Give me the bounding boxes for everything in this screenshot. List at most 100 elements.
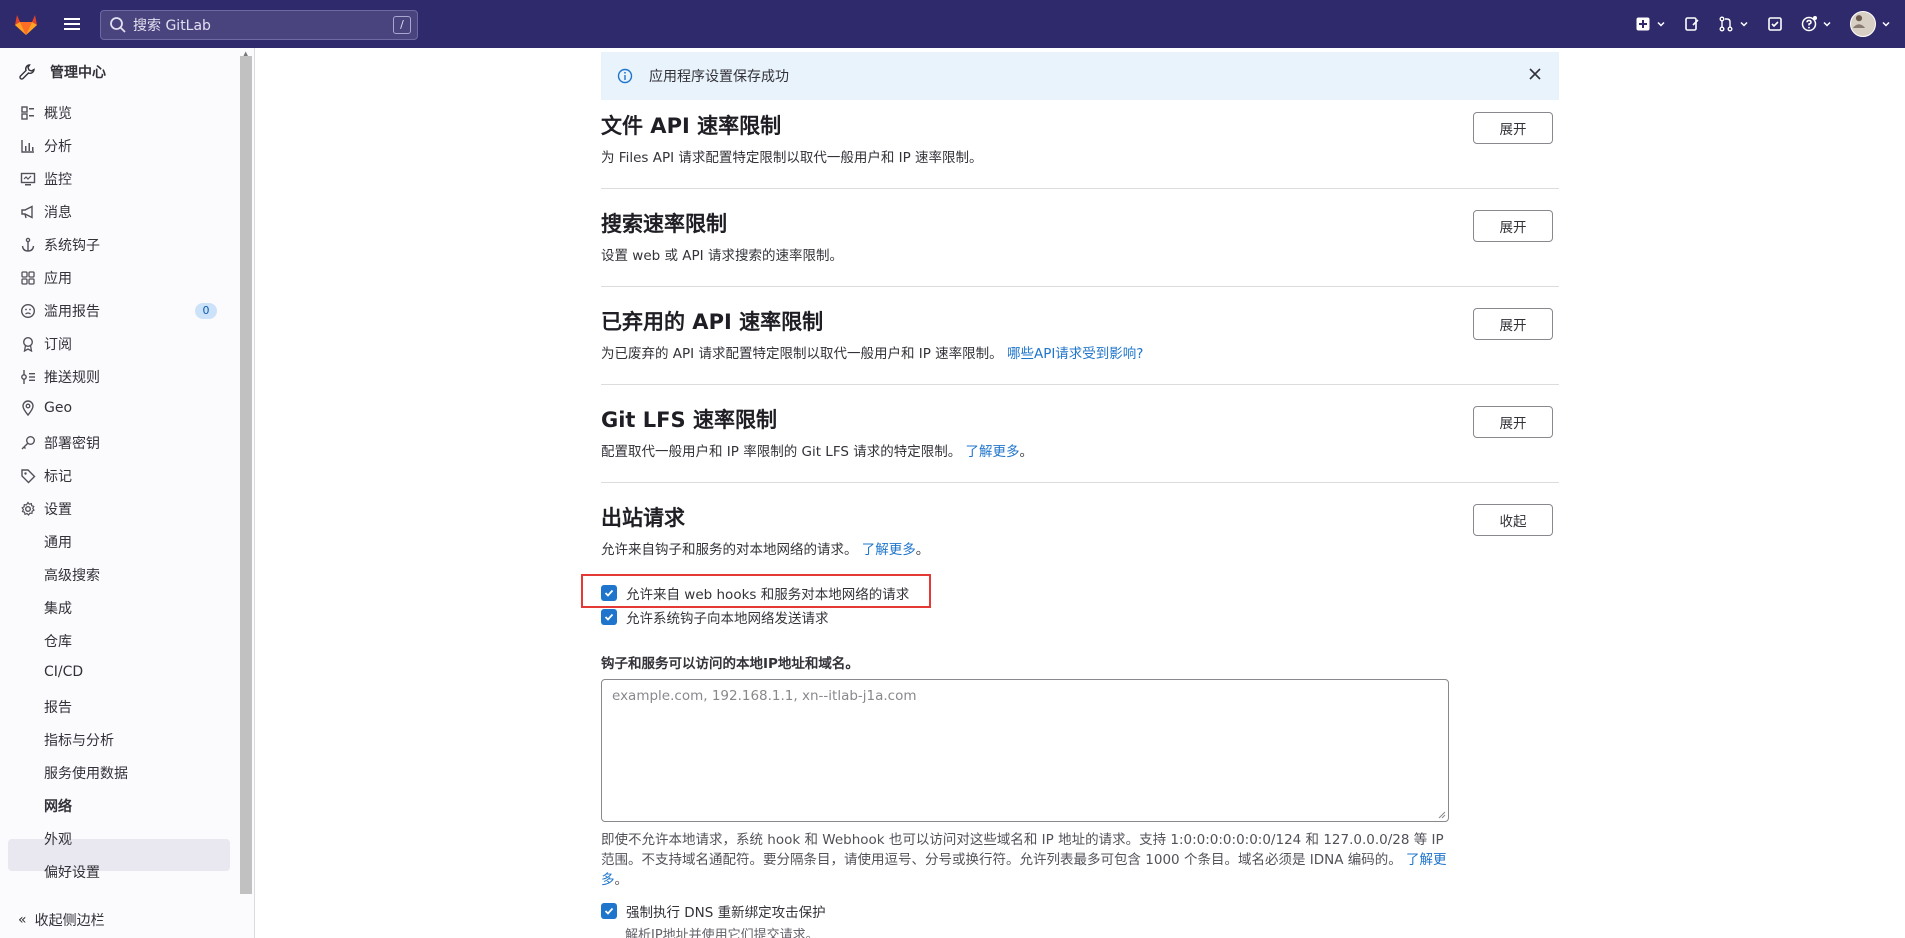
alert-message: 应用程序设置保存成功 — [649, 69, 789, 85]
chevron-down-icon — [1657, 21, 1665, 27]
admin-wrench-icon — [19, 64, 35, 80]
subscription-icon — [22, 336, 34, 352]
sidebar-item-subscription[interactable]: 订阅 — [20, 334, 72, 354]
collapse-button[interactable]: 收起 — [1473, 504, 1553, 536]
abuse-reports-count-badge: 0 — [195, 303, 217, 319]
checkbox-checked[interactable] — [601, 903, 617, 919]
sidebar-item-abuse-reports[interactable]: 滥用报告 — [20, 301, 100, 321]
analytics-icon — [21, 140, 34, 153]
chevron-down-icon — [1882, 21, 1890, 27]
create-new-button[interactable] — [1626, 0, 1675, 48]
section-title: Git LFS 速率限制 — [601, 408, 777, 432]
section-title: 文件 API 速率限制 — [601, 114, 782, 138]
close-icon[interactable] — [1527, 66, 1543, 82]
user-menu-button[interactable] — [1841, 0, 1905, 48]
sidebar-item-label: 滥用报告 — [44, 304, 100, 320]
sidebar-subitem-cicd[interactable]: CI/CD — [44, 664, 83, 680]
section-title: 出站请求 — [601, 506, 685, 530]
merge-request-icon — [1719, 16, 1733, 32]
checkbox-checked[interactable] — [601, 609, 617, 625]
search-placeholder: 搜索 GitLab — [133, 18, 211, 34]
sidebar-item-label: 推送规则 — [44, 370, 100, 386]
sidebar-subitem-network[interactable]: 网络 — [44, 796, 72, 816]
sidebar-item-label: 应用 — [44, 271, 72, 287]
affected-api-requests-link[interactable]: 哪些API请求受到影响? — [1007, 346, 1144, 362]
collapse-sidebar-label: 收起侧边栏 — [34, 913, 105, 929]
merge-requests-button[interactable] — [1709, 0, 1758, 48]
deprecated-api-rate-limits-section: 已弃用的 API 速率限制 为已废弃的 API 请求配置特定限制以取代一般用户和… — [601, 308, 1559, 362]
slight-frown-icon — [20, 303, 36, 319]
sidebar-item-monitor[interactable]: 监控 — [20, 169, 72, 189]
sidebar-item-label: 系统钩子 — [44, 238, 100, 254]
chevron-down-icon — [1823, 21, 1831, 27]
sidebar-item-labels[interactable]: 标记 — [20, 466, 72, 486]
section-description: 为已废弃的 API 请求配置特定限制以取代一般用户和 IP 速率限制。 哪些AP… — [601, 346, 1144, 362]
expand-button[interactable]: 展开 — [1473, 406, 1553, 438]
location-icon — [22, 400, 34, 416]
sidebar-item-label: 分析 — [44, 139, 72, 155]
allow-local-requests-system-hooks-checkbox[interactable]: 允许系统钩子向本地网络发送请求 — [601, 607, 829, 627]
search-input[interactable]: 搜索 GitLab / — [100, 10, 418, 40]
section-divider — [601, 384, 1559, 385]
sidebar-item-deploy-keys[interactable]: 部署密钥 — [20, 433, 100, 453]
question-icon — [1801, 16, 1817, 32]
checkbox-label: 强制执行 DNS 重新绑定攻击保护 — [626, 905, 826, 921]
sidebar-subitem-appearance[interactable]: 外观 — [44, 829, 72, 849]
resize-grip-icon[interactable] — [1438, 811, 1446, 819]
sidebar-item-system-hooks[interactable]: 系统钩子 — [20, 235, 100, 255]
sidebar-subitem-integrations[interactable]: 集成 — [44, 598, 72, 618]
sidebar-subitem-preferences[interactable]: 偏好设置 — [44, 862, 100, 882]
gitlab-logo-icon[interactable] — [0, 0, 52, 48]
check-icon — [604, 589, 614, 597]
allowlist-label: 钩子和服务可以访问的本地IP地址和域名。 — [601, 656, 859, 672]
chevron-down-icon — [1740, 21, 1748, 27]
files-api-rate-limits-section: 文件 API 速率限制 为 Files API 请求配置特定限制以取代一般用户和… — [601, 112, 1559, 166]
allow-local-requests-webhooks-checkbox[interactable]: 允许来自 web hooks 和服务对本地网络的请求 — [601, 583, 909, 603]
sidebar-subitem-repository[interactable]: 仓库 — [44, 631, 72, 651]
sidebar-item-geo[interactable]: Geo — [20, 400, 72, 416]
top-navbar: 搜索 GitLab / — [0, 0, 1905, 48]
allowlist-placeholder: example.com, 192.168.1.1, xn--itlab-j1a.… — [612, 688, 917, 704]
sidebar-item-applications[interactable]: 应用 — [20, 268, 72, 288]
section-description: 设置 web 或 API 请求搜索的速率限制。 — [601, 248, 843, 264]
sidebar-item-overview[interactable]: 概览 — [20, 103, 72, 123]
check-icon — [604, 907, 614, 915]
avatar — [1850, 11, 1876, 37]
issues-button[interactable] — [1675, 0, 1709, 48]
sidebar-item-label: 设置 — [44, 502, 72, 518]
sidebar-header[interactable]: 管理中心 — [18, 62, 106, 82]
monitor-icon — [20, 172, 36, 186]
sidebar-title: 管理中心 — [50, 65, 106, 81]
sidebar-item-label: 监控 — [44, 172, 72, 188]
search-rate-limits-section: 搜索速率限制 设置 web 或 API 请求搜索的速率限制。 展开 — [601, 210, 1559, 264]
sidebar-subitem-metrics[interactable]: 指标与分析 — [44, 730, 114, 750]
applications-icon — [21, 271, 35, 285]
sidebar-scrollbar[interactable] — [240, 56, 252, 894]
allowlist-textarea[interactable]: example.com, 192.168.1.1, xn--itlab-j1a.… — [601, 679, 1449, 822]
enforce-dns-rebinding-protection-checkbox[interactable]: 强制执行 DNS 重新绑定攻击保护 — [601, 901, 826, 921]
sidebar-subitem-general[interactable]: 通用 — [44, 532, 72, 552]
sidebar-item-push-rules[interactable]: 推送规则 — [20, 367, 100, 387]
checkbox-checked[interactable] — [601, 585, 617, 601]
sidebar-subitem-advanced-search[interactable]: 高级搜索 — [44, 565, 100, 585]
help-button[interactable] — [1792, 0, 1841, 48]
section-description: 允许来自钩子和服务的对本地网络的请求。 了解更多。 — [601, 542, 930, 558]
expand-button[interactable]: 展开 — [1473, 112, 1553, 144]
expand-button[interactable]: 展开 — [1473, 308, 1553, 340]
hamburger-menu-icon[interactable] — [52, 0, 92, 48]
sidebar-item-label: 消息 — [44, 205, 72, 221]
collapse-sidebar-button[interactable]: « 收起侧边栏 — [18, 910, 105, 930]
overview-icon — [21, 106, 34, 120]
allowlist-help-text: 即使不允许本地请求，系统 hook 和 Webhook 也可以访问对这些域名和 … — [601, 832, 1447, 888]
sidebar-item-analytics[interactable]: 分析 — [20, 136, 72, 156]
learn-more-link[interactable]: 了解更多 — [966, 444, 1020, 460]
sidebar-subitem-service-usage[interactable]: 服务使用数据 — [44, 763, 128, 783]
search-icon — [110, 17, 126, 33]
expand-button[interactable]: 展开 — [1473, 210, 1553, 242]
sidebar-subitem-reporting[interactable]: 报告 — [44, 697, 72, 717]
git-lfs-rate-limits-section: Git LFS 速率限制 配置取代一般用户和 IP 率限制的 Git LFS 请… — [601, 406, 1559, 460]
sidebar-item-settings[interactable]: 设置 — [20, 499, 72, 519]
sidebar-item-messages[interactable]: 消息 — [20, 202, 72, 222]
learn-more-link[interactable]: 了解更多 — [862, 542, 916, 558]
todos-button[interactable] — [1758, 0, 1792, 48]
